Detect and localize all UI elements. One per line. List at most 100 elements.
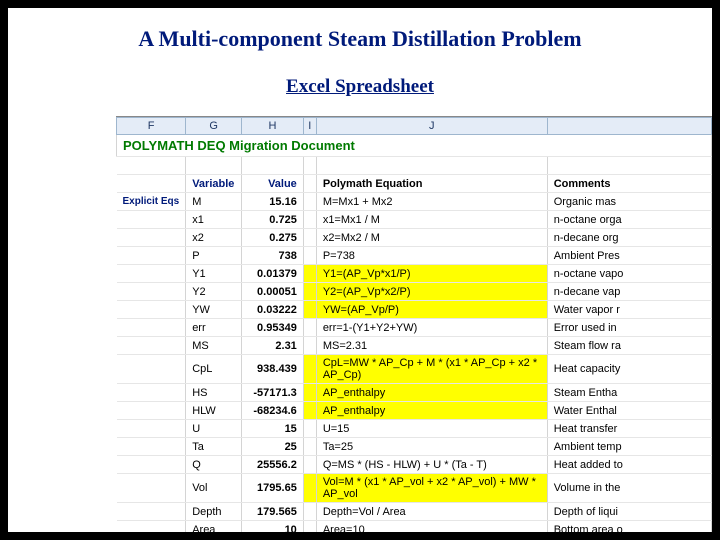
cell-comment[interactable]: Ambient Pres	[547, 247, 711, 265]
cell-variable[interactable]: YW	[186, 301, 242, 319]
cell-variable[interactable]: U	[186, 420, 242, 438]
cell-value[interactable]: 2.31	[242, 337, 304, 355]
col-header-K[interactable]	[547, 118, 711, 135]
cell-variable[interactable]: Q	[186, 456, 242, 474]
cell-equation[interactable]: Depth=Vol / Area	[316, 503, 547, 521]
cell-value[interactable]: 0.00051	[242, 283, 304, 301]
table-row[interactable]: CpL938.439 CpL=MW * AP_Cp + M * (x1 * AP_…	[117, 355, 712, 384]
cell-comment[interactable]: Heat capacity	[547, 355, 711, 384]
col-header-I[interactable]: I	[303, 118, 316, 135]
cell-variable[interactable]: x1	[186, 211, 242, 229]
table-row[interactable]: Ta25 Ta=25Ambient temp	[117, 438, 712, 456]
cell-equation[interactable]: YW=(AP_Vp/P)	[316, 301, 547, 319]
cell-equation[interactable]: Q=MS * (HS - HLW) + U * (Ta - T)	[316, 456, 547, 474]
cell-value[interactable]: -68234.6	[242, 402, 304, 420]
cell-comment[interactable]: Organic mas	[547, 193, 711, 211]
cell-variable[interactable]: Area	[186, 521, 242, 533]
table-row[interactable]: P738 P=738Ambient Pres	[117, 247, 712, 265]
cell-comment[interactable]: Depth of liqui	[547, 503, 711, 521]
col-header-H[interactable]: H	[242, 118, 304, 135]
cell-equation[interactable]: MS=2.31	[316, 337, 547, 355]
cell-variable[interactable]: M	[186, 193, 242, 211]
cell-comment[interactable]: Water Enthal	[547, 402, 711, 420]
cell-variable[interactable]: Depth	[186, 503, 242, 521]
cell-comment[interactable]: Bottom area o	[547, 521, 711, 533]
cell-equation[interactable]: Y2=(AP_Vp*x2/P)	[316, 283, 547, 301]
cell-equation[interactable]: Area=10	[316, 521, 547, 533]
cell-comment[interactable]: Steam Entha	[547, 384, 711, 402]
cell-value[interactable]: 10	[242, 521, 304, 533]
cell-variable[interactable]: HS	[186, 384, 242, 402]
cell-comment[interactable]: Ambient temp	[547, 438, 711, 456]
cell-value[interactable]: 738	[242, 247, 304, 265]
cell-equation[interactable]: x2=Mx2 / M	[316, 229, 547, 247]
table-row[interactable]: err0.95349 err=1-(Y1+Y2+YW)Error used in	[117, 319, 712, 337]
table-row[interactable]: U15 U=15Heat transfer	[117, 420, 712, 438]
table-row[interactable]: HS-57171.3 AP_enthalpySteam Entha	[117, 384, 712, 402]
cell-equation[interactable]: P=738	[316, 247, 547, 265]
cell-equation[interactable]: x1=Mx1 / M	[316, 211, 547, 229]
cell-equation[interactable]: AP_enthalpy	[316, 384, 547, 402]
cell-comment[interactable]: Heat transfer	[547, 420, 711, 438]
cell-value[interactable]: 0.03222	[242, 301, 304, 319]
col-header-F[interactable]: F	[117, 118, 186, 135]
table-row[interactable]: Area10 Area=10Bottom area o	[117, 521, 712, 533]
table-row[interactable]: x20.275 x2=Mx2 / Mn-decane org	[117, 229, 712, 247]
cell-equation[interactable]: M=Mx1 + Mx2	[316, 193, 547, 211]
table-row[interactable]: HLW-68234.6 AP_enthalpyWater Enthal	[117, 402, 712, 420]
cell-equation[interactable]: AP_enthalpy	[316, 402, 547, 420]
cell-equation[interactable]: err=1-(Y1+Y2+YW)	[316, 319, 547, 337]
table-row[interactable]: x10.725 x1=Mx1 / Mn-octane orga	[117, 211, 712, 229]
cell-equation[interactable]: Y1=(AP_Vp*x1/P)	[316, 265, 547, 283]
cell-equation[interactable]: U=15	[316, 420, 547, 438]
cell-comment[interactable]: Water vapor r	[547, 301, 711, 319]
cell-comment[interactable]: n-decane org	[547, 229, 711, 247]
spreadsheet-view[interactable]: F G H I J POLYMATH DEQ Migration Documen…	[116, 116, 712, 532]
table-row[interactable]: Q25556.2 Q=MS * (HS - HLW) + U * (Ta - T)…	[117, 456, 712, 474]
cell-value[interactable]: -57171.3	[242, 384, 304, 402]
table-row[interactable]: Y20.00051 Y2=(AP_Vp*x2/P)n-decane vap	[117, 283, 712, 301]
cell-comment[interactable]: n-octane orga	[547, 211, 711, 229]
cell-value[interactable]: 0.01379	[242, 265, 304, 283]
table-row[interactable]: Vol1795.65 Vol=M * (x1 * AP_vol + x2 * AP…	[117, 474, 712, 503]
col-header-J[interactable]: J	[316, 118, 547, 135]
cell-variable[interactable]: Vol	[186, 474, 242, 503]
cell-value[interactable]: 25556.2	[242, 456, 304, 474]
cell-comment[interactable]: Error used in	[547, 319, 711, 337]
cell-comment[interactable]: n-octane vapo	[547, 265, 711, 283]
cell-value[interactable]: 0.95349	[242, 319, 304, 337]
table-row[interactable]: MS2.31 MS=2.31Steam flow ra	[117, 337, 712, 355]
cell-variable[interactable]: Ta	[186, 438, 242, 456]
cell-variable[interactable]: CpL	[186, 355, 242, 384]
cell-comment[interactable]: Volume in the	[547, 474, 711, 503]
cell-equation[interactable]: CpL=MW * AP_Cp + M * (x1 * AP_Cp + x2 * …	[316, 355, 547, 384]
table-row[interactable]: Depth179.565 Depth=Vol / AreaDepth of liq…	[117, 503, 712, 521]
cell-value[interactable]: 15.16	[242, 193, 304, 211]
hdr-variable: Variable	[186, 175, 242, 193]
cell-value[interactable]: 0.725	[242, 211, 304, 229]
cell-variable[interactable]: err	[186, 319, 242, 337]
cell-variable[interactable]: Y1	[186, 265, 242, 283]
cell-value[interactable]: 0.275	[242, 229, 304, 247]
cell-comment[interactable]: Steam flow ra	[547, 337, 711, 355]
cell-variable[interactable]: HLW	[186, 402, 242, 420]
cell-value[interactable]: 179.565	[242, 503, 304, 521]
cell-variable[interactable]: P	[186, 247, 242, 265]
table-row[interactable]: YW0.03222 YW=(AP_Vp/P)Water vapor r	[117, 301, 712, 319]
cell-variable[interactable]: x2	[186, 229, 242, 247]
cell-value[interactable]: 1795.65	[242, 474, 304, 503]
cell-value[interactable]: 15	[242, 420, 304, 438]
explicit-label: Explicit Eqs	[117, 193, 186, 211]
cell-variable[interactable]: MS	[186, 337, 242, 355]
cell-comment[interactable]: n-decane vap	[547, 283, 711, 301]
cell-value[interactable]: 25	[242, 438, 304, 456]
table-row[interactable]: Y10.01379 Y1=(AP_Vp*x1/P)n-octane vapo	[117, 265, 712, 283]
col-header-G[interactable]: G	[186, 118, 242, 135]
cell-variable[interactable]: Y2	[186, 283, 242, 301]
cell-equation[interactable]: Vol=M * (x1 * AP_vol + x2 * AP_vol) + MW…	[316, 474, 547, 503]
cell-equation[interactable]: Ta=25	[316, 438, 547, 456]
cell-value[interactable]: 938.439	[242, 355, 304, 384]
cell-comment[interactable]: Heat added to	[547, 456, 711, 474]
doc-title: POLYMATH DEQ Migration Document	[117, 135, 712, 157]
table-row[interactable]: Explicit EqsM15.16 M=Mx1 + Mx2Organic mas	[117, 193, 712, 211]
